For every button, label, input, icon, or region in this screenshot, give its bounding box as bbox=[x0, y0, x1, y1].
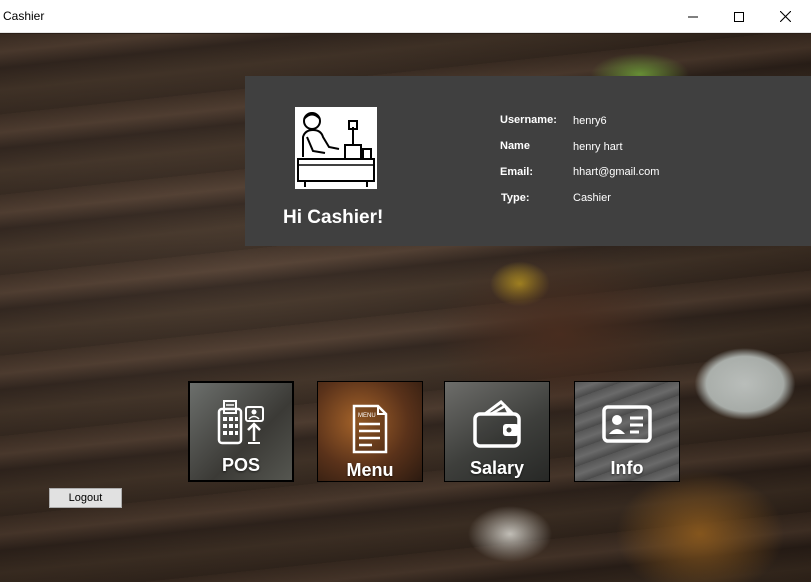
minimize-icon bbox=[688, 16, 698, 17]
cashier-window: Cashier Hi Cashier! Username: henry6 Nam… bbox=[0, 0, 811, 582]
close-icon bbox=[779, 11, 791, 22]
profile-panel: Hi Cashier! Username: henry6 Name henry … bbox=[245, 76, 811, 246]
close-button[interactable] bbox=[762, 0, 808, 33]
logout-button[interactable]: Logout bbox=[49, 488, 122, 508]
maximize-button[interactable] bbox=[716, 0, 762, 33]
email-value: hhart@gmail.com bbox=[573, 166, 660, 178]
info-tile-button[interactable]: Info bbox=[574, 381, 680, 482]
name-label: Name bbox=[500, 140, 530, 152]
menu-label: Menu bbox=[346, 460, 394, 480]
type-value: Cashier bbox=[573, 192, 611, 204]
cashier-avatar bbox=[295, 107, 377, 189]
wallet-icon bbox=[473, 400, 521, 448]
username-value: henry6 bbox=[573, 115, 607, 127]
title-bar: Cashier bbox=[0, 0, 811, 33]
menu-document-icon: MENU bbox=[352, 404, 388, 454]
pos-label: POS bbox=[221, 455, 260, 475]
salary-tile-button[interactable]: Salary bbox=[444, 381, 550, 482]
window-title: Cashier bbox=[3, 9, 45, 23]
maximize-icon bbox=[734, 11, 744, 22]
minimize-button[interactable] bbox=[670, 0, 716, 33]
menu-tile-button[interactable]: MENU Menu bbox=[317, 381, 423, 482]
pos-terminal-icon bbox=[217, 400, 264, 445]
id-card-icon bbox=[602, 405, 652, 443]
cashier-at-register-icon bbox=[297, 112, 375, 187]
svg-text:MENU: MENU bbox=[358, 413, 376, 419]
info-label: Info bbox=[610, 458, 644, 478]
greeting-heading: Hi Cashier! bbox=[283, 207, 384, 228]
username-label: Username: bbox=[500, 114, 557, 126]
email-label: Email: bbox=[500, 166, 534, 178]
pos-tile-button[interactable]: POS bbox=[188, 381, 294, 482]
name-value: henry hart bbox=[573, 141, 623, 153]
salary-label: Salary bbox=[469, 458, 525, 478]
type-label: Type: bbox=[501, 192, 530, 204]
